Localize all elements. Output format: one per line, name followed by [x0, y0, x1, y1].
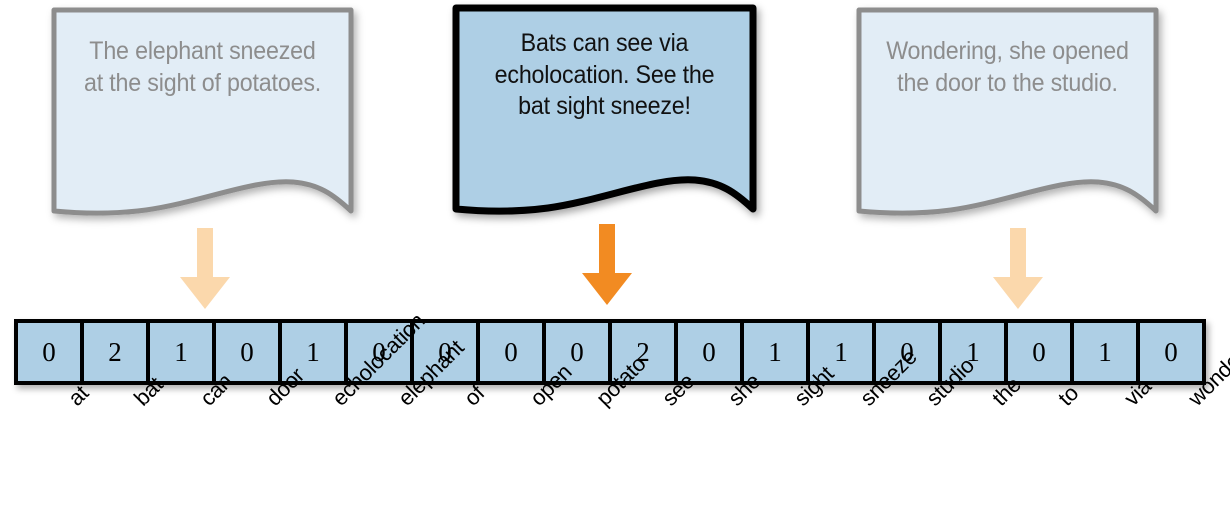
- arrow-down-icon-elephant: [180, 228, 230, 309]
- vocabulary-label: door: [261, 362, 309, 411]
- document-card-bats[interactable]: Bats can see via echolocation. See the b…: [452, 4, 757, 219]
- vector-cell: 0: [216, 323, 282, 381]
- vocabulary-label: sneeze: [855, 344, 922, 411]
- vocabulary-label: can: [195, 368, 238, 411]
- vocabulary-label: open: [525, 359, 577, 411]
- arrow-down-icon-bats: [582, 224, 632, 305]
- arrow-down-icon-wondering: [993, 228, 1043, 309]
- vector-cell: 0: [480, 323, 546, 381]
- vocabulary-label: she: [723, 368, 766, 411]
- vocabulary-label: at: [63, 380, 94, 411]
- vector-cell: 1: [744, 323, 810, 381]
- diagram-canvas: The elephant sneezed at the sight of pot…: [0, 0, 1230, 529]
- document-card-wondering[interactable]: Wondering, she opened the door to the st…: [855, 6, 1160, 221]
- vector-cell: 0: [18, 323, 84, 381]
- document-card-shape: [856, 7, 1159, 216]
- vocabulary-label: via: [1119, 373, 1156, 411]
- document-card-elephant[interactable]: The elephant sneezed at the sight of pot…: [50, 6, 355, 221]
- vocabulary-label: see: [657, 368, 700, 411]
- vector-cell: 0: [1140, 323, 1202, 381]
- vocabulary-label: sight: [789, 361, 839, 411]
- vector-cell: 1: [150, 323, 216, 381]
- vocabulary-label: studio: [921, 353, 979, 411]
- vocabulary-label: elephant: [393, 335, 469, 411]
- vector-cell: 0: [678, 323, 744, 381]
- vocabulary-label: bat: [129, 372, 168, 411]
- vocabulary-labels: at bat can door echolocation elephant of…: [0, 308, 1230, 529]
- vocabulary-label: echolocation: [327, 308, 429, 411]
- document-card-shape: [452, 4, 757, 215]
- document-card-shape: [51, 7, 354, 216]
- vector-cell: 1: [1074, 323, 1140, 381]
- vector-cell: 2: [84, 323, 150, 381]
- vocabulary-label: the: [987, 372, 1026, 411]
- vocabulary-label: to: [1053, 380, 1084, 411]
- vocabulary-label: wonder: [1183, 343, 1230, 411]
- vocabulary-label: of: [459, 380, 490, 411]
- vector-cell: 0: [1008, 323, 1074, 381]
- vocabulary-label: potato: [591, 351, 651, 411]
